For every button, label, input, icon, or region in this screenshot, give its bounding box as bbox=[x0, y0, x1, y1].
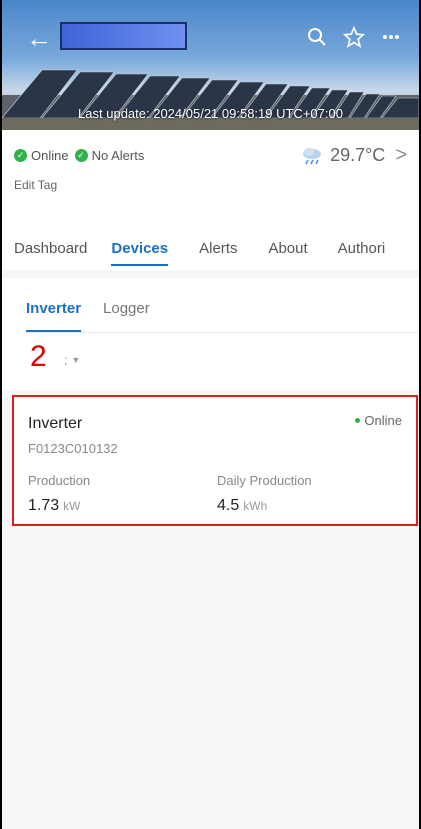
app-screen: ← Last update: 2024/05/21 09:58:19 UTC+0… bbox=[2, 0, 419, 829]
chevron-right-icon: > bbox=[395, 144, 407, 166]
top-nav: ← bbox=[2, 18, 419, 58]
online-check-icon: ✓ bbox=[14, 149, 27, 162]
subtab-logger[interactable]: Logger bbox=[103, 300, 150, 326]
daily-production-metric: 4.5 kWh bbox=[217, 497, 267, 515]
status-filter-dropdown[interactable]: ; ▼ bbox=[64, 353, 80, 367]
devices-panel: Inverter Logger 2 ; ▼ bbox=[2, 278, 419, 390]
production-value: 1.73 bbox=[28, 497, 60, 514]
star-icon[interactable] bbox=[339, 22, 369, 52]
device-name: Inverter bbox=[28, 415, 83, 432]
main-tabs: Dashboard Devices Alerts About Authori bbox=[2, 236, 419, 270]
weather-widget[interactable]: 29.7°C > bbox=[300, 144, 407, 167]
daily-production-label: Daily Production bbox=[217, 473, 312, 488]
plant-title-redacted bbox=[60, 22, 187, 50]
divider bbox=[26, 332, 419, 333]
alerts-status: No Alerts bbox=[91, 148, 145, 163]
annotation-number: 2 bbox=[30, 340, 47, 373]
device-status-text: Online bbox=[364, 413, 402, 428]
filter-label: ; bbox=[64, 353, 68, 367]
status-row: ✓ Online ✓ No Alerts bbox=[14, 148, 144, 163]
temperature-value: 29.7°C bbox=[330, 145, 386, 165]
subtab-inverter[interactable]: Inverter bbox=[26, 300, 82, 332]
search-icon[interactable] bbox=[302, 22, 332, 52]
tab-dashboard[interactable]: Dashboard bbox=[14, 236, 87, 270]
device-serial: F0123C010132 bbox=[28, 441, 118, 456]
daily-production-value: 4.5 bbox=[217, 497, 240, 514]
daily-production-unit: kWh bbox=[243, 499, 268, 513]
online-dot-icon bbox=[355, 418, 361, 423]
tab-alerts[interactable]: Alerts bbox=[199, 236, 237, 270]
header-banner: ← Last update: 2024/05/21 09:58:19 UTC+0… bbox=[2, 0, 419, 130]
tab-devices[interactable]: Devices bbox=[111, 236, 168, 270]
rain-cloud-icon bbox=[303, 147, 322, 164]
last-update-text: Last update: 2024/05/21 09:58:19 UTC+07:… bbox=[78, 106, 343, 121]
alerts-check-icon: ✓ bbox=[74, 149, 88, 162]
tab-authorization[interactable]: Authori bbox=[338, 236, 386, 270]
more-icon[interactable] bbox=[376, 22, 406, 52]
tab-about[interactable]: About bbox=[268, 236, 307, 270]
production-metric: 1.73 kW bbox=[28, 497, 80, 515]
edit-tag-link[interactable]: Edit Tag bbox=[14, 178, 57, 192]
production-label: Production bbox=[28, 473, 91, 488]
device-card-inverter[interactable]: Inverter Online F0123C010132 Production … bbox=[12, 395, 418, 526]
device-type-tabs: Inverter Logger bbox=[26, 300, 150, 332]
plant-title bbox=[62, 28, 68, 43]
production-unit: kW bbox=[63, 499, 81, 513]
caret-down-icon: ▼ bbox=[71, 355, 81, 365]
online-status: Online bbox=[31, 148, 69, 163]
back-arrow-icon[interactable]: ← bbox=[24, 23, 54, 53]
device-status: Online bbox=[355, 413, 402, 428]
